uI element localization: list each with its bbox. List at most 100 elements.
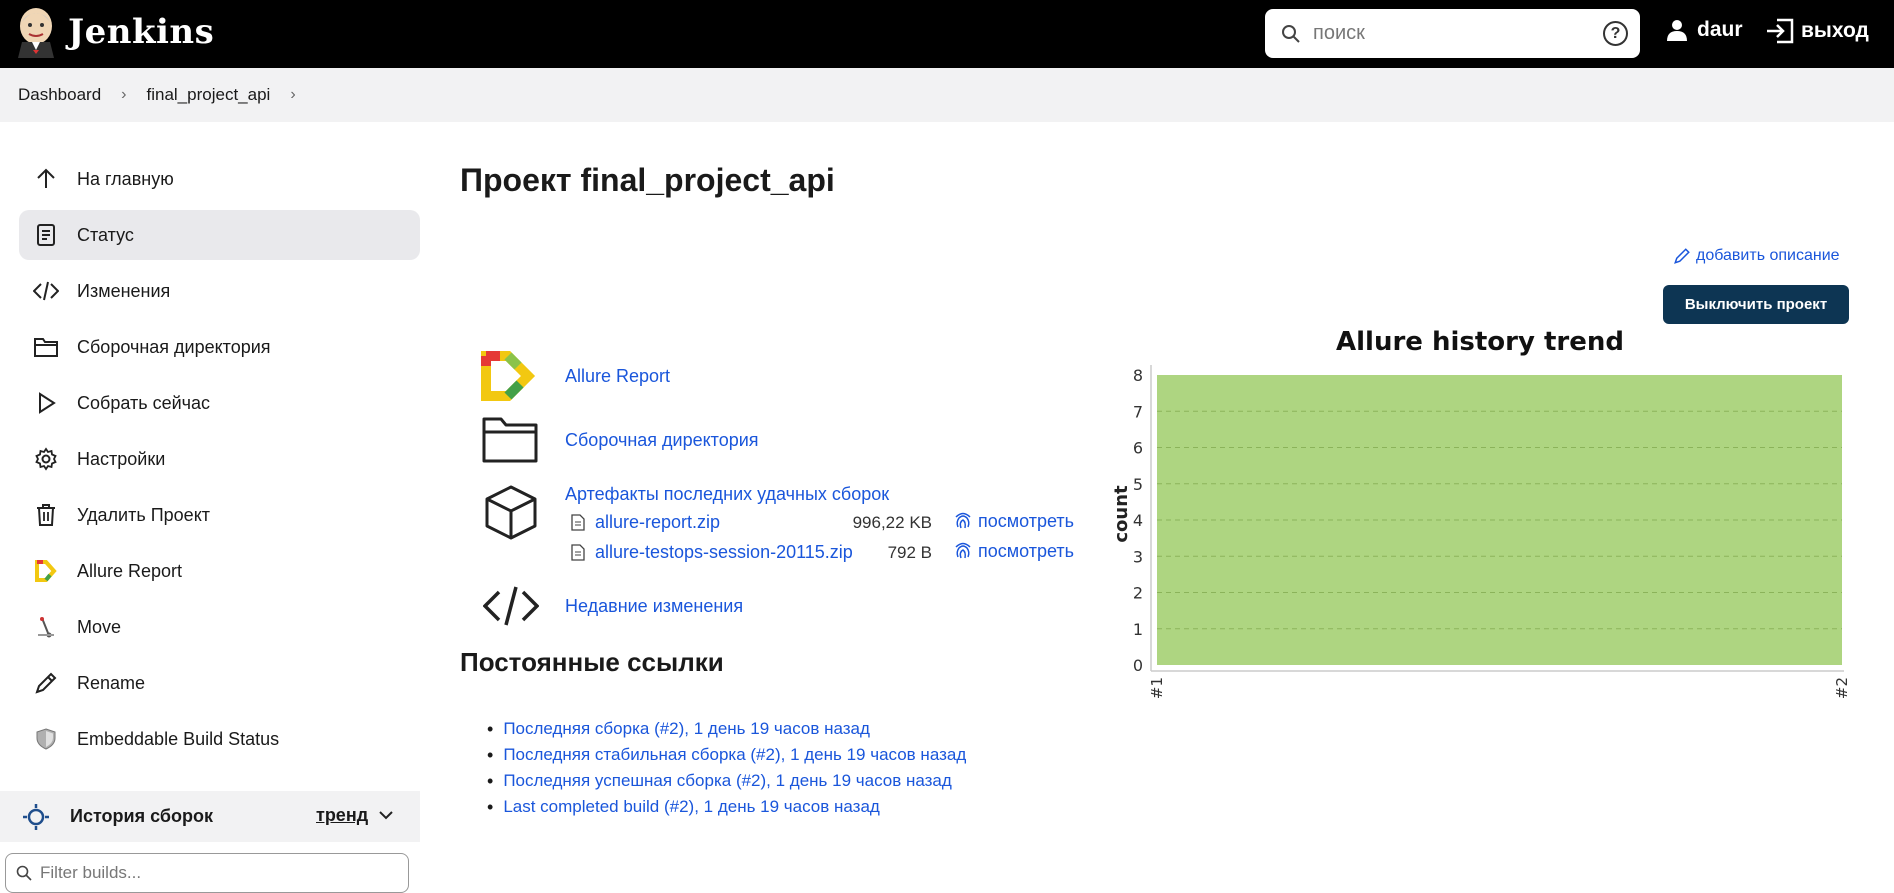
document-icon (33, 222, 59, 248)
permalink-item: Last completed build (#2), 1 день 19 час… (487, 794, 966, 820)
sidebar-item-label: На главную (77, 169, 174, 190)
logout-icon (1765, 18, 1795, 44)
user-icon (1665, 18, 1689, 42)
permalink-link[interactable]: Last completed build (#2), 1 день 19 час… (503, 797, 880, 817)
allure-logo-icon (480, 350, 536, 402)
y-tick-label: 7 (1133, 402, 1143, 421)
code-icon (483, 584, 539, 628)
logout-label[interactable]: выход (1801, 19, 1869, 43)
sidebar-item-label: Удалить Проект (77, 505, 210, 526)
move-icon (33, 614, 59, 640)
sidebar-item-build-status[interactable]: Embeddable Build Status (19, 714, 420, 764)
chevron-down-icon[interactable] (378, 807, 394, 823)
permalink-link[interactable]: Последняя стабильная сборка (#2), 1 день… (503, 745, 966, 765)
workspace-row: Сборочная директория (481, 416, 759, 464)
y-tick-label: 8 (1133, 366, 1143, 385)
chevron-right-icon[interactable]: › (290, 86, 295, 104)
logout-link[interactable]: выход (1765, 18, 1869, 44)
add-description-label[interactable]: добавить описание (1696, 247, 1840, 265)
play-icon (33, 390, 59, 416)
artifact-view-label[interactable]: посмотреть (978, 511, 1074, 532)
history-icon (22, 803, 50, 831)
artifact-view-link[interactable]: посмотреть (954, 511, 1074, 532)
arrow-up-icon (33, 166, 59, 192)
folder-icon (481, 416, 539, 464)
sidebar-item-delete[interactable]: Удалить Проект (19, 490, 420, 540)
permalinks-title: Постоянные ссылки (460, 647, 724, 678)
disable-project-button[interactable]: Выключить проект (1663, 285, 1849, 324)
help-icon[interactable]: ? (1603, 21, 1628, 46)
artifact-link[interactable]: allure-report.zip (595, 512, 720, 533)
y-tick-label: 0 (1133, 656, 1143, 675)
artifact-size: 996,22 KB (842, 513, 932, 533)
allure-icon (33, 558, 59, 584)
y-tick-label: 2 (1133, 584, 1143, 603)
sidebar-item-build-now[interactable]: Собрать сейчас (19, 378, 420, 428)
file-icon (571, 514, 585, 531)
sidebar-item-label: Собрать сейчас (77, 393, 210, 414)
search-input[interactable] (1313, 22, 1583, 45)
y-tick-label: 6 (1133, 439, 1143, 458)
artifact-size: 792 B (842, 543, 932, 563)
jenkins-butler-icon (16, 6, 56, 58)
code-icon (33, 278, 59, 304)
gear-icon (33, 446, 59, 472)
top-header: Jenkins ? daur выход (0, 0, 1894, 68)
user-menu[interactable]: daur (1665, 18, 1743, 42)
permalink-item: Последняя сборка (#2), 1 день 19 часов н… (487, 716, 966, 742)
file-icon (571, 544, 585, 561)
artifacts-title-link[interactable]: Артефакты последних удачных сборок (565, 484, 889, 505)
sidebar-item-settings[interactable]: Настройки (19, 434, 420, 484)
breadcrumb-dashboard[interactable]: Dashboard (18, 85, 101, 105)
build-history-title: История сборок (70, 806, 213, 827)
search-box[interactable]: ? (1265, 9, 1640, 58)
permalink-link[interactable]: Последняя успешная сборка (#2), 1 день 1… (503, 771, 952, 791)
y-tick-label: 4 (1133, 511, 1143, 530)
jenkins-brand[interactable]: Jenkins (68, 12, 214, 52)
sidebar-item-rename[interactable]: Rename (19, 658, 420, 708)
permalink-item: Последняя стабильная сборка (#2), 1 день… (487, 742, 966, 768)
chevron-right-icon: › (121, 86, 126, 104)
sidebar-item-changes[interactable]: Изменения (19, 266, 420, 316)
sidebar-item-status[interactable]: Статус (19, 210, 420, 260)
allure-report-row: Allure Report (480, 350, 670, 402)
recent-changes-link[interactable]: Недавние изменения (565, 596, 743, 617)
sidebar: На главную Статус Изменения Сборочная ди… (19, 154, 420, 770)
search-icon (1281, 24, 1301, 44)
jenkins-logo[interactable]: Jenkins (16, 6, 214, 58)
sidebar-item-label: Allure Report (77, 561, 182, 582)
build-history-header: История сборок тренд (0, 791, 420, 842)
folder-icon (33, 334, 59, 360)
trash-icon (33, 502, 59, 528)
permalink-link[interactable]: Последняя сборка (#2), 1 день 19 часов н… (503, 719, 870, 739)
sidebar-item-move[interactable]: Move (19, 602, 420, 652)
add-description-link[interactable]: добавить описание (1673, 247, 1840, 265)
sidebar-item-workspace[interactable]: Сборочная директория (19, 322, 420, 372)
chart-y-axis-label: count (1111, 485, 1132, 543)
sidebar-item-allure[interactable]: Allure Report (19, 546, 420, 596)
user-name[interactable]: daur (1697, 18, 1743, 42)
sidebar-item-label: Rename (77, 673, 145, 694)
fingerprint-icon (954, 512, 972, 532)
sidebar-item-label: Сборочная директория (77, 337, 271, 358)
permalinks-list: Последняя сборка (#2), 1 день 19 часов н… (487, 716, 966, 820)
allure-trend-chart[interactable]: Allure history trend count 012345678#1#2 (1100, 320, 1860, 700)
recent-changes-row: Недавние изменения (483, 584, 743, 628)
y-tick-label: 3 (1133, 547, 1143, 566)
artifact-view-label[interactable]: посмотреть (978, 541, 1074, 562)
artifact-view-link[interactable]: посмотреть (954, 541, 1074, 562)
trend-link[interactable]: тренд (316, 805, 368, 826)
chart-plot-area: 012345678#1#2 (1133, 365, 1851, 699)
y-tick-label: 1 (1133, 620, 1143, 639)
workspace-link[interactable]: Сборочная директория (565, 430, 759, 451)
sidebar-item-label: Изменения (77, 281, 170, 302)
filter-builds-input[interactable]: Filter builds... (5, 853, 409, 893)
sidebar-item-home[interactable]: На главную (19, 154, 420, 204)
sidebar-item-label: Статус (77, 225, 134, 246)
artifact-link[interactable]: allure-testops-session-20115.zip (595, 542, 853, 563)
breadcrumb-project[interactable]: final_project_api (147, 85, 271, 105)
x-tick-label: #2 (1833, 677, 1851, 699)
permalink-item: Последняя успешная сборка (#2), 1 день 1… (487, 768, 966, 794)
allure-report-link[interactable]: Allure Report (565, 366, 670, 387)
pencil-icon (1673, 247, 1691, 265)
